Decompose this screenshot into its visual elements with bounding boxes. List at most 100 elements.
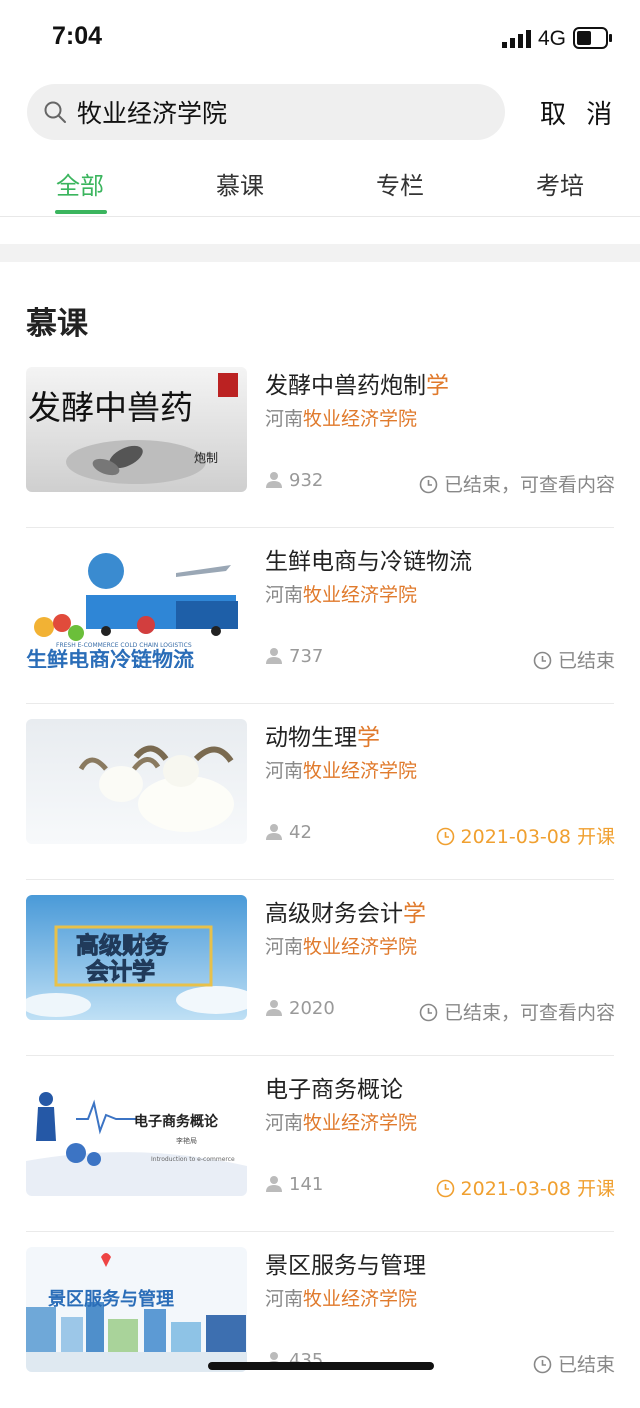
course-status: 2021-03-08 开课 <box>436 1174 615 1201</box>
course-item[interactable]: 发酵中兽药 炮制 发酵中兽药炮制学 河南牧业经济学院 932 已结束，可查看内容 <box>0 352 640 528</box>
course-thumbnail: 电子商务概论 李艳局 Introduction to e-commerce <box>26 1071 247 1196</box>
home-indicator[interactable] <box>208 1362 434 1370</box>
course-status: 已结束，可查看内容 <box>419 470 615 497</box>
person-icon <box>266 1176 282 1192</box>
course-org: 河南牧业经济学院 <box>265 404 417 431</box>
learner-count-value: 42 <box>289 822 312 843</box>
org-prefix: 河南 <box>265 936 304 958</box>
course-meta: 2020 已结束，可查看内容 <box>265 998 615 1026</box>
course-thumbnail: 发酵中兽药 炮制 <box>26 367 247 492</box>
course-thumbnail: 高级财务 会计学 <box>26 895 247 1020</box>
person-icon <box>266 824 282 840</box>
learner-count-value: 932 <box>289 470 324 491</box>
course-item[interactable]: 高级财务 会计学 高级财务会计学 河南牧业经济学院 2020 已结束，可查看内容 <box>0 880 640 1056</box>
org-prefix: 河南 <box>265 1288 304 1310</box>
course-title: 发酵中兽药炮制学 <box>265 366 449 400</box>
course-title-main: 电子商务概论 <box>265 1077 403 1103</box>
course-thumbnail <box>26 719 247 844</box>
course-status: 已结束，可查看内容 <box>419 998 615 1025</box>
clock-icon <box>419 1003 438 1022</box>
course-title: 生鲜电商与冷链物流 <box>265 542 472 576</box>
thumb-text: 景区服务与管理 <box>48 1288 174 1310</box>
search-input[interactable] <box>77 92 487 132</box>
course-title-main: 生鲜电商与冷链物流 <box>265 549 472 575</box>
thumb-text: 会计学 <box>86 958 155 985</box>
clock-icon <box>533 1355 552 1374</box>
course-item[interactable]: FRESH E-COMMERCE COLD CHAIN LOGISTICS 生鲜… <box>0 528 640 704</box>
course-title-main: 动物生理 <box>265 725 357 751</box>
course-org: 河南牧业经济学院 <box>265 932 417 959</box>
org-highlight: 牧业经济学院 <box>303 936 418 958</box>
course-meta: 141 2021-03-08 开课 <box>265 1174 615 1202</box>
search-bar: 取 消 <box>0 84 640 142</box>
course-thumbnail: 景区服务与管理 <box>26 1247 247 1372</box>
course-item[interactable]: 动物生理学 河南牧业经济学院 42 2021-03-08 开课 <box>0 704 640 880</box>
course-title-highlight: 学 <box>403 901 426 927</box>
org-prefix: 河南 <box>265 408 304 430</box>
learner-count-value: 141 <box>289 1174 324 1195</box>
course-status-text: 2021-03-08 开课 <box>460 1178 615 1200</box>
org-highlight: 牧业经济学院 <box>303 1112 418 1134</box>
course-title: 景区服务与管理 <box>265 1246 426 1280</box>
course-org: 河南牧业经济学院 <box>265 756 417 783</box>
learner-count: 932 <box>265 470 323 491</box>
person-icon <box>266 472 282 488</box>
learner-count-value: 2020 <box>289 998 335 1019</box>
tab-bar: 全部 慕课 专栏 考培 <box>0 158 640 217</box>
course-title-main: 发酵中兽药炮制 <box>265 373 426 399</box>
course-status-text: 2021-03-08 开课 <box>460 826 615 848</box>
course-title-highlight: 学 <box>357 725 380 751</box>
course-org: 河南牧业经济学院 <box>265 1108 417 1135</box>
thumb-text: 李艳局 <box>176 1136 197 1145</box>
org-prefix: 河南 <box>265 1112 304 1134</box>
course-status: 已结束 <box>533 646 615 673</box>
tab-all[interactable]: 全部 <box>40 166 120 201</box>
signal-icon <box>502 30 531 48</box>
course-org: 河南牧业经济学院 <box>265 580 417 607</box>
status-time: 7:04 <box>52 22 103 50</box>
clock-icon <box>436 1179 454 1198</box>
thumb-text: 生鲜电商冷链物流 <box>26 648 194 668</box>
course-item[interactable]: 电子商务概论 李艳局 Introduction to e-commerce 电子… <box>0 1056 640 1232</box>
tab-exam-training[interactable]: 考培 <box>520 166 600 201</box>
thumb-text: 高级财务 <box>76 932 169 959</box>
course-status-text: 已结束，可查看内容 <box>443 474 615 496</box>
org-highlight: 牧业经济学院 <box>303 1288 418 1310</box>
course-org: 河南牧业经济学院 <box>265 1284 417 1311</box>
battery-icon <box>573 27 612 49</box>
org-prefix: 河南 <box>265 584 304 606</box>
org-highlight: 牧业经济学院 <box>303 408 418 430</box>
course-thumbnail: FRESH E-COMMERCE COLD CHAIN LOGISTICS 生鲜… <box>26 543 247 668</box>
course-title: 高级财务会计学 <box>265 894 426 928</box>
course-status: 已结束 <box>533 1350 615 1377</box>
course-item[interactable]: 景区服务与管理 景区服务与管理 河南牧业经济学院 435 已结束 <box>0 1232 640 1408</box>
course-meta: 737 已结束 <box>265 646 615 674</box>
tab-mooc[interactable]: 慕课 <box>200 166 280 201</box>
active-tab-indicator <box>55 210 107 214</box>
clock-icon <box>533 651 552 670</box>
org-prefix: 河南 <box>265 760 304 782</box>
course-status-text: 已结束 <box>557 1354 615 1376</box>
course-title-main: 高级财务会计 <box>265 901 403 927</box>
course-status: 2021-03-08 开课 <box>436 822 615 849</box>
course-status-text: 已结束 <box>557 650 615 672</box>
course-title: 电子商务概论 <box>265 1070 403 1104</box>
cancel-button[interactable]: 取 消 <box>540 94 618 131</box>
org-highlight: 牧业经济学院 <box>303 584 418 606</box>
status-bar: 7:04 4G <box>0 0 640 80</box>
section-divider <box>0 244 640 262</box>
clock-icon <box>436 827 454 846</box>
thumb-text: 炮制 <box>194 451 218 465</box>
learner-count: 42 <box>265 822 312 843</box>
course-title: 动物生理学 <box>265 718 380 752</box>
course-title-highlight: 学 <box>426 373 449 399</box>
thumb-text: Introduction to e-commerce <box>151 1156 235 1163</box>
search-icon <box>44 101 66 123</box>
learner-count: 141 <box>265 1174 323 1195</box>
network-type: 4G <box>538 27 567 50</box>
person-icon <box>266 648 282 664</box>
search-field-container[interactable] <box>27 84 505 140</box>
tab-column[interactable]: 专栏 <box>360 166 440 201</box>
learner-count: 2020 <box>265 998 335 1019</box>
course-title-main: 景区服务与管理 <box>265 1253 426 1279</box>
